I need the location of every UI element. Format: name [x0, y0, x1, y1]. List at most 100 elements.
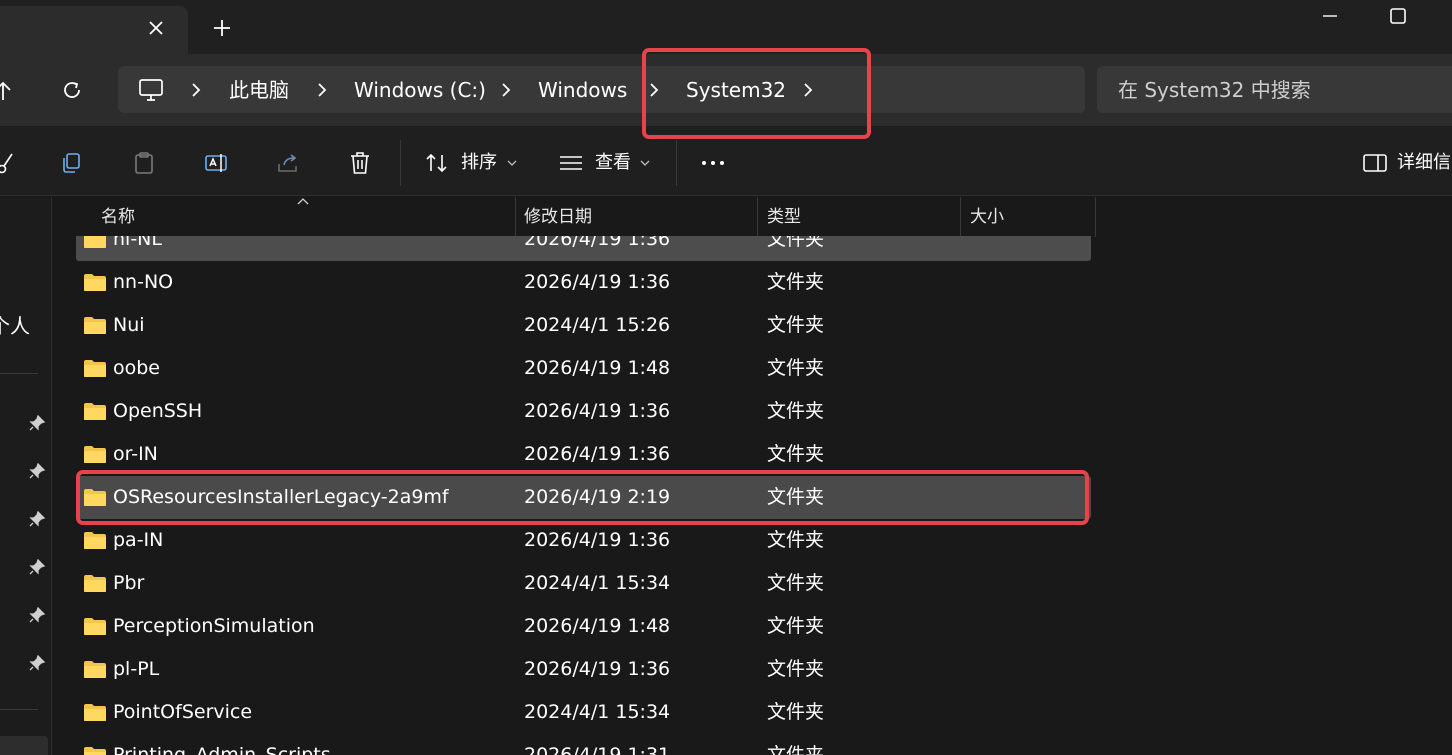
file-type: 文件夹 [767, 357, 825, 379]
column-header-modified[interactable]: 修改日期 [524, 206, 592, 228]
column-divider[interactable] [757, 197, 758, 237]
folder-icon [84, 618, 106, 635]
column-divider[interactable] [515, 197, 516, 237]
file-name: nl-NL [113, 236, 162, 250]
paste-icon[interactable] [131, 150, 157, 176]
table-row[interactable]: nl-NL 2026/4/19 1:36 文件夹 [76, 236, 1091, 261]
table-row[interactable]: Printing_Admin_Scripts 2026/4/19 1:31 文件… [76, 734, 1091, 755]
folder-icon [84, 747, 106, 755]
toolbar-divider [676, 140, 677, 186]
file-modified: 2026/4/19 1:36 [524, 658, 671, 680]
pin-icon[interactable] [28, 510, 46, 528]
column-divider[interactable] [960, 197, 961, 237]
file-type: 文件夹 [767, 744, 825, 755]
monitor-icon[interactable] [138, 77, 164, 103]
pin-icon[interactable] [28, 558, 46, 576]
file-modified: 2026/4/19 1:31 [524, 744, 671, 755]
table-row[interactable]: nn-NO 2026/4/19 1:36 文件夹 [76, 261, 1091, 304]
folder-icon [84, 575, 106, 592]
file-type: 文件夹 [767, 572, 825, 594]
file-type: 文件夹 [767, 658, 825, 680]
file-name: pa-IN [113, 529, 164, 551]
refresh-icon[interactable] [60, 78, 84, 102]
file-modified: 2024/4/1 15:34 [524, 572, 671, 594]
breadcrumb-this-pc[interactable]: 此电脑 [229, 78, 289, 102]
chevron-down-icon[interactable] [639, 159, 651, 167]
pin-icon[interactable] [28, 654, 46, 672]
folder-icon [84, 274, 106, 291]
nav-divider [0, 373, 38, 374]
table-row[interactable]: PointOfService 2024/4/1 15:34 文件夹 [76, 691, 1091, 734]
file-modified: 2026/4/19 1:36 [524, 236, 671, 250]
file-name: pl-PL [113, 658, 160, 680]
view-icon[interactable] [558, 150, 584, 176]
column-header-name[interactable]: 名称 [101, 206, 135, 228]
up-arrow-icon[interactable] [0, 80, 14, 102]
file-name: Printing_Admin_Scripts [113, 744, 331, 755]
pin-icon[interactable] [28, 606, 46, 624]
nav-item-personal[interactable]: 个人 [0, 314, 30, 338]
details-button[interactable]: 详细信 [1397, 152, 1451, 174]
share-icon[interactable] [275, 150, 301, 176]
minimize-icon[interactable] [1318, 4, 1342, 28]
folder-icon [84, 236, 106, 248]
copy-icon[interactable] [59, 150, 85, 176]
nav-item-selected[interactable] [0, 736, 48, 755]
maximize-icon[interactable] [1386, 4, 1410, 28]
folder-icon [84, 446, 106, 463]
highlight-box-selected-row [76, 470, 1089, 525]
folder-icon [84, 532, 106, 549]
breadcrumb-drive-c[interactable]: Windows (C:) [354, 78, 486, 102]
table-row[interactable]: Nui 2024/4/1 15:26 文件夹 [76, 304, 1091, 347]
nav-divider [0, 709, 38, 710]
plus-icon[interactable] [210, 16, 234, 40]
table-row[interactable]: pa-IN 2026/4/19 1:36 文件夹 [76, 519, 1091, 562]
pin-icon[interactable] [28, 414, 46, 432]
file-type: 文件夹 [767, 314, 825, 336]
file-modified: 2026/4/19 1:36 [524, 443, 671, 465]
folder-icon [84, 704, 106, 721]
folder-icon [84, 360, 106, 377]
chevron-right-icon[interactable] [314, 80, 330, 100]
file-name: OpenSSH [113, 400, 203, 422]
table-row[interactable]: oobe 2026/4/19 1:48 文件夹 [76, 347, 1091, 390]
file-modified: 2026/4/19 1:48 [524, 357, 671, 379]
table-row[interactable]: pl-PL 2026/4/19 1:36 文件夹 [76, 648, 1091, 691]
table-row[interactable]: OpenSSH 2026/4/19 1:36 文件夹 [76, 390, 1091, 433]
file-name: PointOfService [113, 701, 253, 723]
sort-icon[interactable] [424, 150, 450, 176]
sort-ascending-icon [297, 198, 309, 205]
file-type: 文件夹 [767, 615, 825, 637]
more-options-icon[interactable] [700, 150, 726, 176]
file-type: 文件夹 [767, 236, 825, 250]
sort-button[interactable]: 排序 [461, 152, 497, 174]
file-name: nn-NO [113, 271, 174, 293]
breadcrumb-windows[interactable]: Windows [538, 78, 627, 102]
column-header-type[interactable]: 类型 [767, 206, 801, 228]
file-modified: 2026/4/19 1:48 [524, 615, 671, 637]
details-pane-icon[interactable] [1362, 150, 1388, 176]
search-placeholder[interactable]: 在 System32 中搜索 [1118, 78, 1311, 102]
file-name: Nui [113, 314, 145, 336]
file-modified: 2026/4/19 1:36 [524, 271, 671, 293]
file-type: 文件夹 [767, 443, 825, 465]
file-name: oobe [113, 357, 160, 379]
close-icon[interactable] [144, 16, 168, 40]
table-row[interactable]: Pbr 2024/4/1 15:34 文件夹 [76, 562, 1091, 605]
column-header-size[interactable]: 大小 [970, 206, 1004, 228]
chevron-right-icon[interactable] [498, 80, 514, 100]
column-divider[interactable] [1095, 197, 1096, 237]
rename-icon[interactable] [203, 150, 229, 176]
pin-icon[interactable] [28, 462, 46, 480]
file-type: 文件夹 [767, 400, 825, 422]
file-modified: 2024/4/1 15:26 [524, 314, 671, 336]
cut-icon[interactable] [0, 150, 18, 176]
highlight-box-breadcrumb [642, 48, 871, 139]
chevron-down-icon[interactable] [506, 159, 518, 167]
folder-icon [84, 403, 106, 420]
view-button[interactable]: 查看 [595, 152, 631, 174]
table-row[interactable]: PerceptionSimulation 2026/4/19 1:48 文件夹 [76, 605, 1091, 648]
delete-icon[interactable] [347, 150, 373, 176]
file-name: Pbr [113, 572, 145, 594]
chevron-right-icon[interactable] [188, 80, 204, 100]
